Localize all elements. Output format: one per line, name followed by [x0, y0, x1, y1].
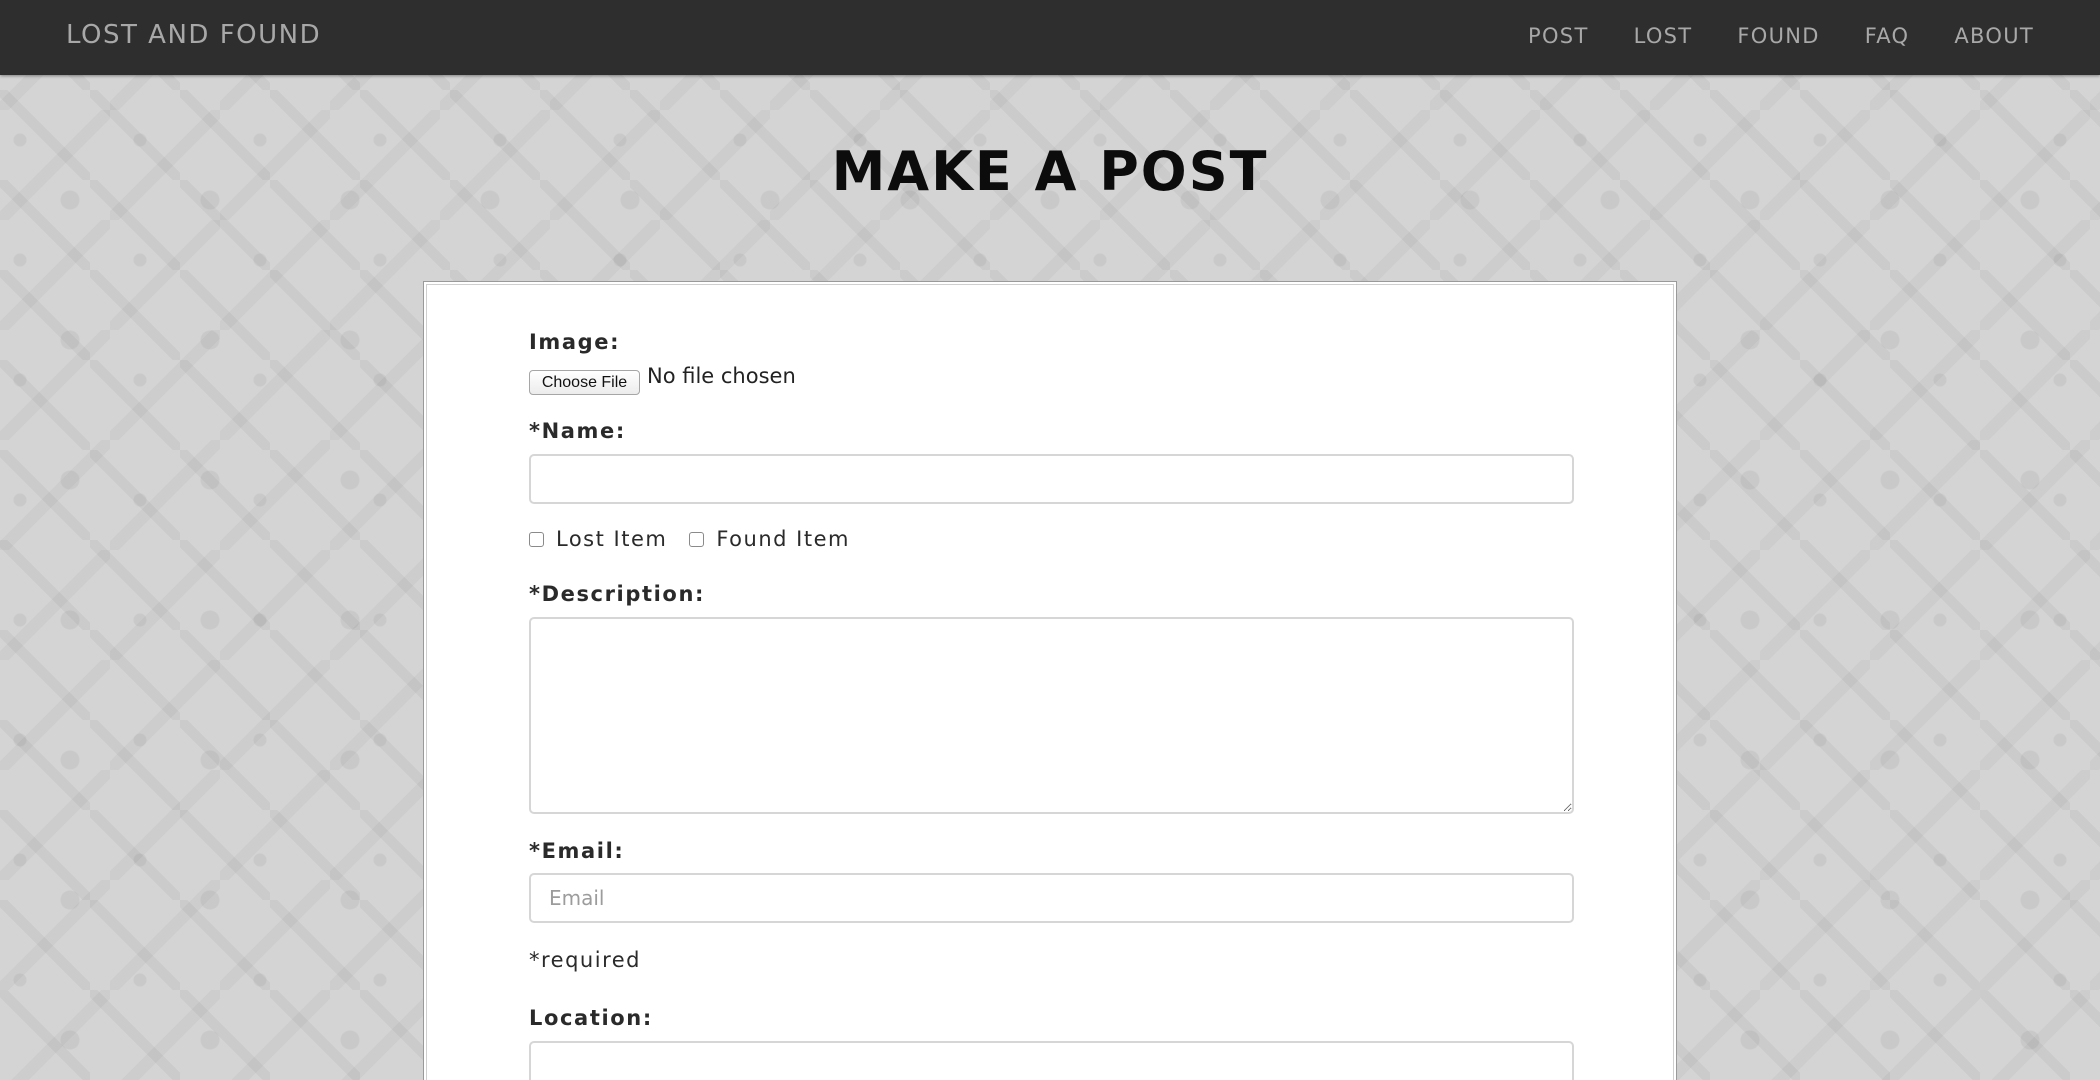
nav-link-about[interactable]: ABOUT [1954, 24, 2034, 48]
brand-logo-link[interactable]: LOST AND FOUND [66, 20, 321, 50]
top-navbar: LOST AND FOUND POST LOST FOUND FAQ ABOUT [0, 0, 2100, 75]
choose-file-button[interactable]: Choose File [529, 370, 640, 395]
found-item-label: Found Item [716, 527, 850, 551]
found-item-checkbox[interactable] [689, 531, 705, 547]
name-label: *Name: [529, 419, 626, 443]
lost-item-label: Lost Item [556, 527, 668, 551]
location-input[interactable] [529, 1041, 1574, 1080]
page-title: MAKE A POST [831, 140, 1269, 203]
name-input[interactable] [529, 454, 1574, 504]
location-label: Location: [529, 1006, 653, 1030]
lost-item-checkbox[interactable] [529, 531, 544, 547]
nav-link-lost[interactable]: LOST [1634, 24, 1693, 48]
nav-link-post[interactable]: POST [1528, 24, 1589, 48]
item-type-checkboxes: Lost Item Found Item [529, 527, 872, 551]
email-label: *Email: [529, 839, 625, 863]
found-item-option[interactable]: Found Item [689, 527, 850, 551]
email-input[interactable] [529, 873, 1574, 923]
description-label: *Description: [529, 582, 706, 606]
nav-links: POST LOST FOUND FAQ ABOUT [1528, 24, 2034, 48]
nav-link-faq[interactable]: FAQ [1865, 24, 1910, 48]
image-label: Image: [529, 330, 621, 354]
nav-link-found[interactable]: FOUND [1737, 24, 1819, 48]
description-textarea[interactable] [529, 617, 1574, 814]
lost-item-option[interactable]: Lost Item [529, 527, 667, 551]
file-status-text: No file chosen [647, 364, 796, 388]
required-note: *required [529, 948, 641, 972]
